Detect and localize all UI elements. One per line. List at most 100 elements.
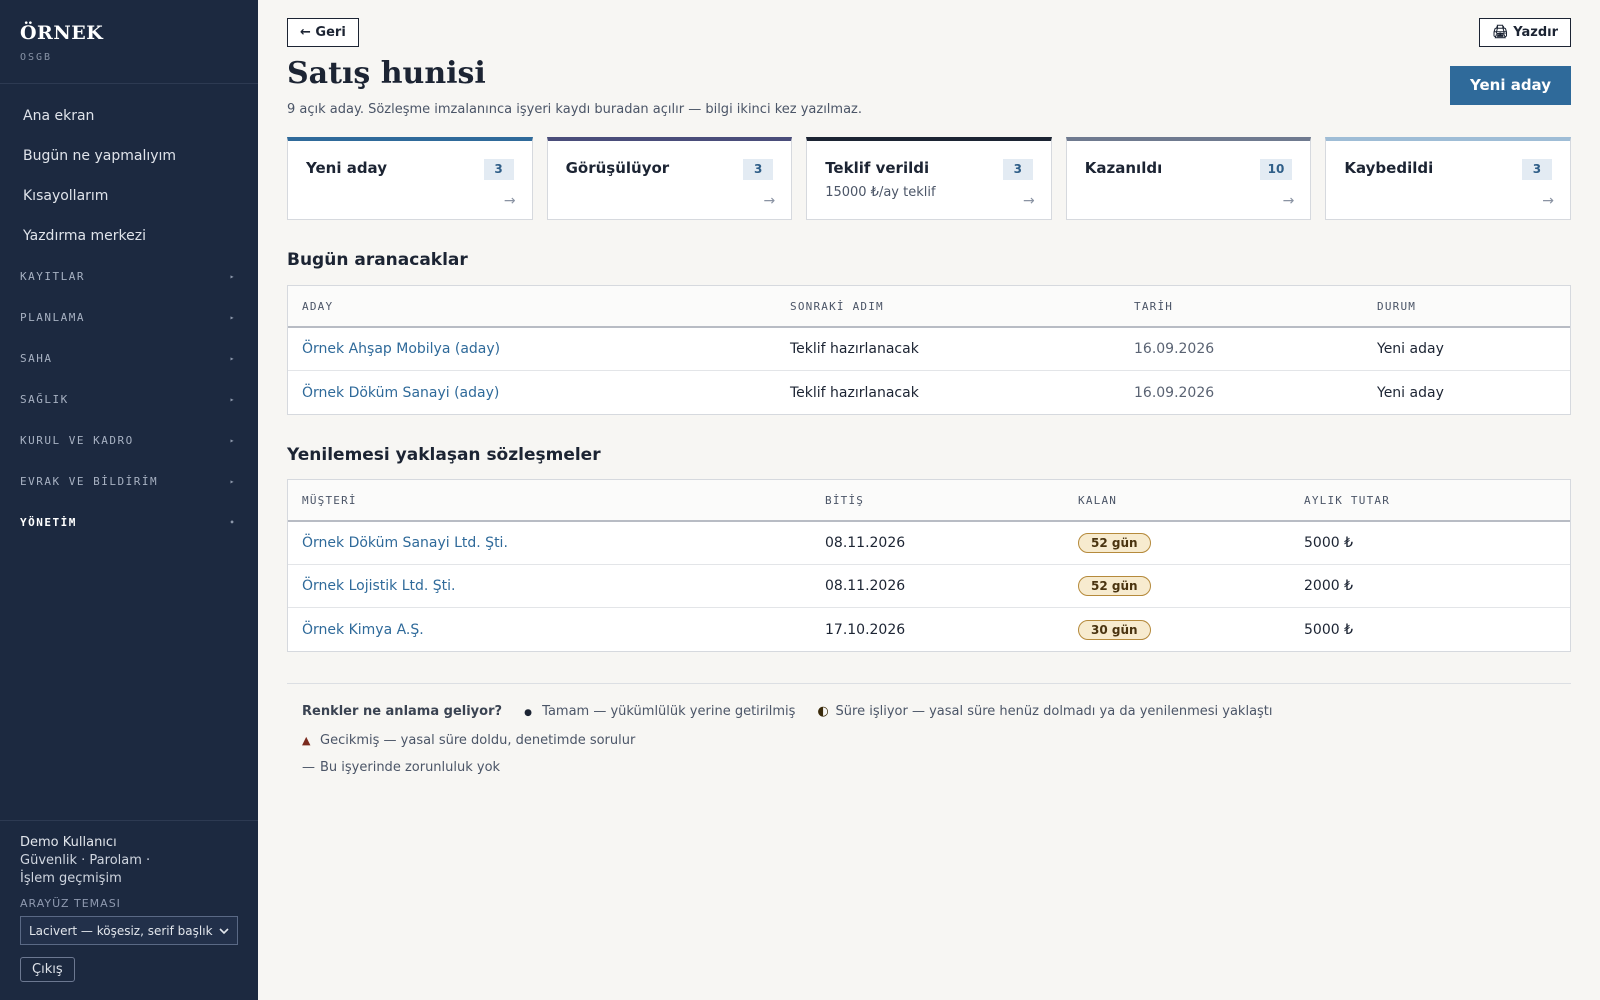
customer-link[interactable]: Örnek Döküm Sanayi Ltd. Şti. — [288, 535, 811, 551]
table-row: Örnek Döküm Sanayi (aday) Teklif hazırla… — [288, 371, 1570, 414]
stage-name: Kaybedildi — [1344, 159, 1434, 177]
arrow-right-icon: → — [763, 193, 776, 209]
sidebar-item-bugun[interactable]: Bugün ne yapmalıyım — [0, 136, 258, 176]
sidebar-nav: Ana ekran Bugün ne yapmalıyım Kısayollar… — [0, 84, 258, 543]
column-header: BİTİŞ — [825, 493, 865, 507]
arrow-right-icon: → — [1023, 193, 1035, 209]
column-header: AYLIK TUTAR — [1304, 493, 1391, 507]
arrow-right-icon: → — [1282, 193, 1295, 209]
pipeline-stages: Yeni aday 3 → Görüşülüyor 3 → Teklif ver… — [287, 137, 1571, 220]
legend-title: Renkler ne anlama geliyor? — [302, 704, 503, 719]
arrow-right-icon: → — [503, 193, 516, 209]
status: Yeni aday — [1377, 341, 1444, 357]
sidebar-item-yazdirma[interactable]: Yazdırma merkezi — [0, 216, 258, 256]
sidebar-item-kisayollarim[interactable]: Kısayollarım — [0, 176, 258, 216]
monthly-amount: 5000 ₺ — [1304, 535, 1353, 551]
sidebar-group-evrak[interactable]: EVRAK VE BİLDİRİM ▸ — [0, 461, 258, 502]
stage-note: 15000 ₺/ay teklif — [825, 185, 936, 200]
stage-card[interactable]: Teklif verildi 3 15000 ₺/ay teklif → — [806, 137, 1052, 220]
user-links: Güvenlik · Parolam · İşlem geçmişim — [20, 852, 238, 888]
stage-count-badge: 3 — [743, 159, 774, 180]
stage-card[interactable]: Kaybedildi 3 → — [1325, 137, 1571, 220]
candidate-link[interactable]: Örnek Ahşap Mobilya (aday) — [288, 341, 776, 357]
calls-section-title: Bugün aranacaklar — [287, 250, 468, 270]
group-label: SAHA — [20, 352, 53, 365]
page-subtitle: 9 açık aday. Sözleşme imzalanınca işyeri… — [287, 102, 863, 117]
stage-card[interactable]: Kazanıldı 10 → — [1065, 137, 1312, 220]
stage-name: Görüşülüyor — [565, 159, 670, 177]
legend-item: ● Tamam — yükümlülük yerine getirilmiş — [524, 704, 795, 719]
table-row: Örnek Ahşap Mobilya (aday) Teklif hazırl… — [288, 328, 1570, 371]
sidebar: ÖRNEK OSGB Ana ekran Bugün ne yapmalıyım… — [0, 0, 258, 1000]
renewals-table-header: MÜŞTERİ BİTİŞ KALAN AYLIK TUTAR — [288, 480, 1570, 522]
chevron-right-icon: ▸ — [229, 436, 236, 445]
sidebar-group-yonetim[interactable]: YÖNETİM • — [0, 502, 258, 543]
date: 16.09.2026 — [1134, 341, 1215, 357]
group-label: EVRAK VE BİLDİRİM — [20, 475, 159, 488]
print-button[interactable]: 🖨 Yazdır — [1479, 18, 1571, 47]
page-title: Satış hunisi — [287, 56, 486, 91]
chevron-right-icon: ▸ — [229, 272, 236, 281]
remaining-badge: 52 gün — [1078, 576, 1151, 596]
column-header: DURUM — [1377, 299, 1417, 313]
legend-text: Gecikmiş — yasal süre doldu, denetimde s… — [320, 733, 636, 748]
theme-select[interactable]: Lacivert — köşesiz, serif başlık — [20, 916, 238, 945]
separator: · — [81, 853, 86, 868]
stage-card[interactable]: Yeni aday 3 → — [287, 137, 533, 220]
separator: · — [146, 853, 151, 868]
chevron-right-icon: ▸ — [229, 354, 236, 363]
remaining-badge: 52 gün — [1078, 533, 1151, 553]
dash-icon: — — [302, 760, 315, 775]
link-security[interactable]: Güvenlik — [20, 853, 77, 868]
link-password[interactable]: Parolam — [89, 853, 141, 868]
group-label: KURUL VE KADRO — [20, 434, 134, 447]
legend-item: ▲ Gecikmiş — yasal süre doldu, denetimde … — [302, 733, 635, 748]
sidebar-group-saglik[interactable]: SAĞLIK ▸ — [0, 379, 258, 420]
sidebar-group-saha[interactable]: SAHA ▸ — [0, 338, 258, 379]
chevron-right-icon: ▸ — [229, 313, 236, 322]
legend-text: Bu işyerinde zorunluluk yok — [320, 760, 501, 775]
sidebar-group-kurul[interactable]: KURUL VE KADRO ▸ — [0, 420, 258, 461]
sidebar-group-kayitlar[interactable]: KAYITLAR ▸ — [0, 256, 258, 297]
stage-count-badge: 10 — [1259, 159, 1293, 180]
customer-link[interactable]: Örnek Lojistik Ltd. Şti. — [288, 578, 811, 594]
table-row: Örnek Lojistik Ltd. Şti. 08.11.2026 52 g… — [288, 565, 1570, 608]
end-date: 08.11.2026 — [825, 535, 906, 551]
calls-table-header: ADAY SONRAKİ ADIM TARİH DURUM — [288, 286, 1570, 328]
renewals-table: MÜŞTERİ BİTİŞ KALAN AYLIK TUTAR Örnek Dö… — [287, 479, 1571, 652]
stage-name: Teklif verildi — [825, 159, 930, 177]
color-legend: Renkler ne anlama geliyor? ● Tamam — yükü… — [287, 683, 1571, 781]
theme-select-value: Lacivert — köşesiz, serif başlık — [29, 923, 213, 938]
chevron-down-icon — [219, 924, 229, 938]
group-label: SAĞLIK — [20, 393, 69, 406]
back-button[interactable]: ← Geri — [287, 18, 359, 47]
chevron-right-icon: ▸ — [229, 477, 236, 486]
brand-name: ÖRNEK — [20, 22, 104, 44]
next-step: Teklif hazırlanacak — [790, 384, 919, 401]
renewals-section-title: Yenilemesi yaklaşan sözleşmeler — [287, 445, 601, 465]
theme-label: ARAYÜZ TEMASI — [20, 897, 121, 910]
new-candidate-button[interactable]: Yeni aday — [1450, 66, 1571, 105]
candidate-link[interactable]: Örnek Döküm Sanayi (aday) — [288, 385, 776, 401]
group-label: YÖNETİM — [20, 516, 77, 529]
calls-table: ADAY SONRAKİ ADIM TARİH DURUM Örnek Ahşa… — [287, 285, 1571, 415]
logout-button[interactable]: Çıkış — [20, 957, 75, 982]
user-name: Demo Kullanıcı — [20, 835, 117, 850]
next-step: Teklif hazırlanacak — [790, 341, 919, 357]
group-label: PLANLAMA — [20, 311, 85, 324]
sidebar-footer: Demo Kullanıcı Güvenlik · Parolam · İşle… — [0, 820, 258, 1000]
link-history[interactable]: İşlem geçmişim — [20, 871, 122, 886]
remaining-cell: 52 gün — [1064, 576, 1290, 596]
status: Yeni aday — [1377, 384, 1444, 401]
customer-link[interactable]: Örnek Kimya A.Ş. — [288, 622, 811, 638]
warning-triangle-icon: ▲ — [302, 734, 311, 747]
column-header: SONRAKİ ADIM — [790, 299, 884, 313]
done-dot-icon: ● — [524, 708, 533, 718]
stage-count-badge: 3 — [483, 159, 514, 180]
sidebar-group-planlama[interactable]: PLANLAMA ▸ — [0, 297, 258, 338]
table-row: Örnek Döküm Sanayi Ltd. Şti. 08.11.2026 … — [288, 522, 1570, 565]
sidebar-item-ana-ekran[interactable]: Ana ekran — [0, 96, 258, 136]
stage-card[interactable]: Görüşülüyor 3 → — [546, 137, 793, 220]
group-label: KAYITLAR — [20, 270, 85, 283]
legend-text: Tamam — yükümlülük yerine getirilmiş — [542, 704, 796, 719]
